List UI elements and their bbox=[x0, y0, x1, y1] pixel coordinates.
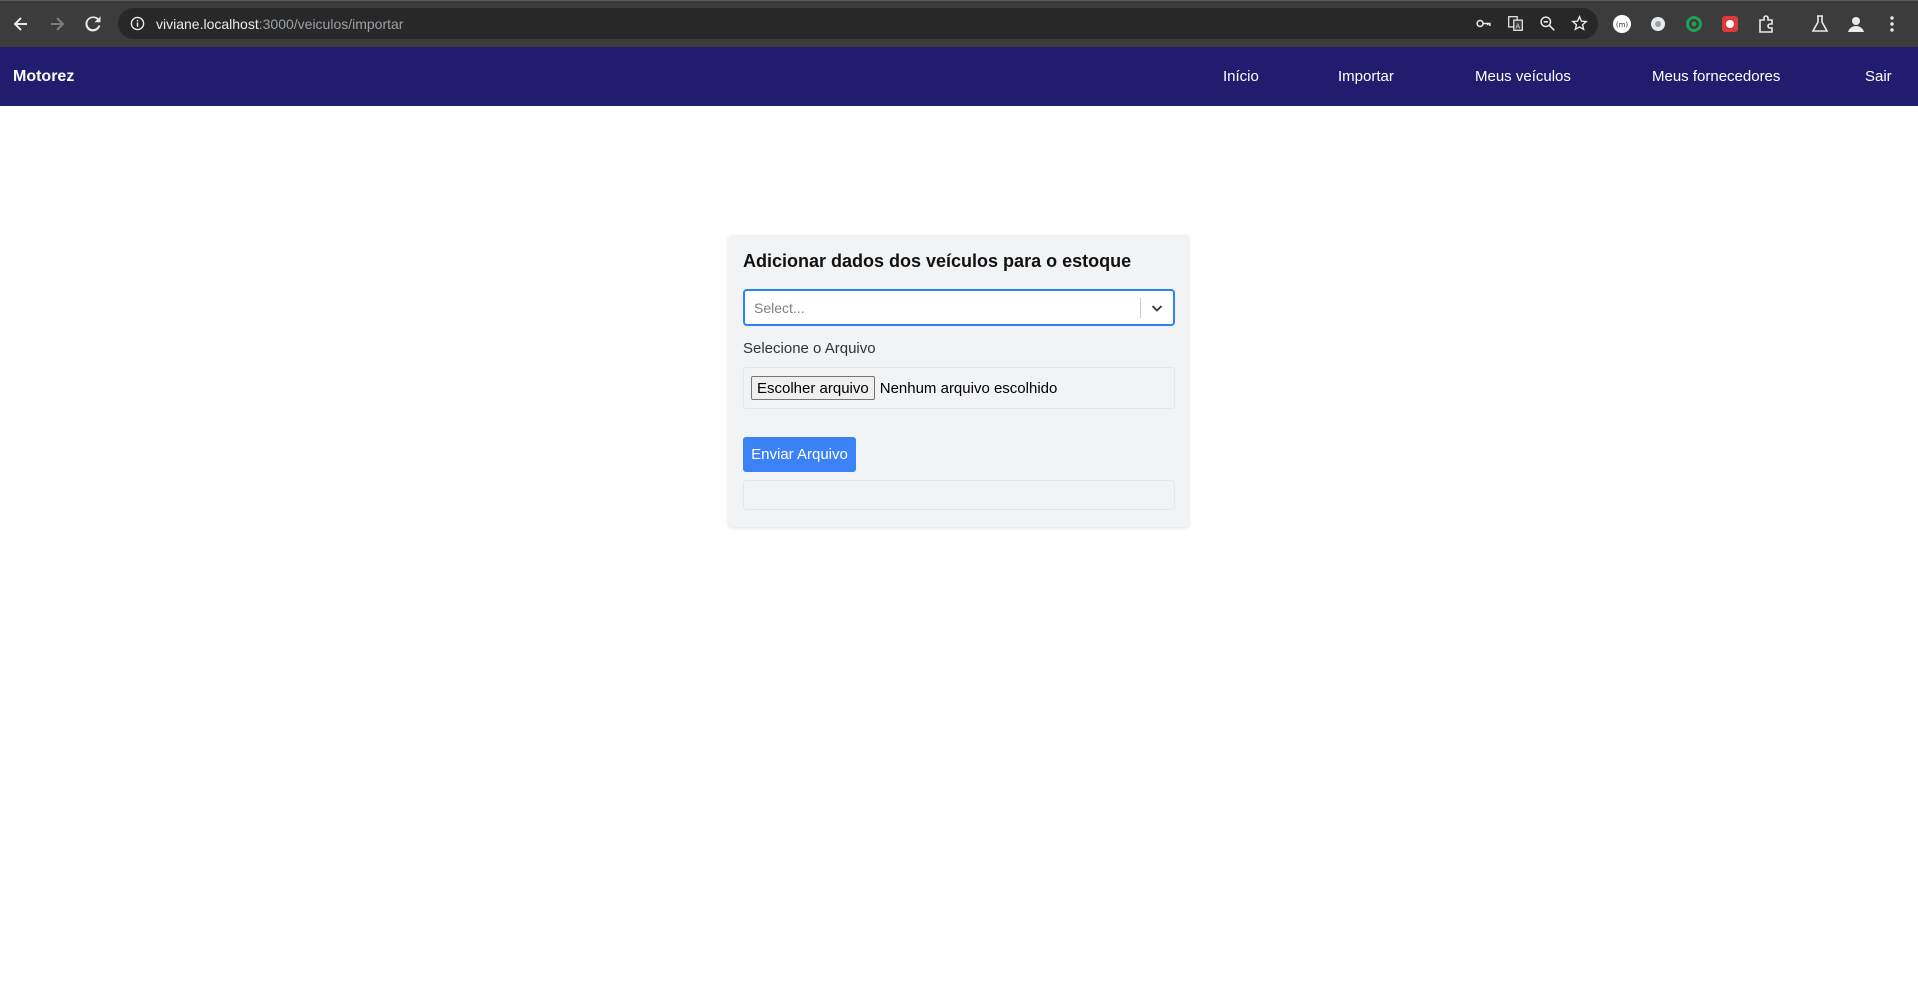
extension-target-icon[interactable] bbox=[1684, 14, 1704, 34]
import-card: Adicionar dados dos veículos para o esto… bbox=[728, 235, 1189, 527]
app-navbar: Motorez Início Importar Meus veículos Me… bbox=[0, 47, 1918, 106]
site-info-icon[interactable] bbox=[128, 15, 146, 33]
nav-item-meus-fornecedores[interactable]: Meus fornecedores bbox=[1652, 68, 1780, 85]
nav-item-sair[interactable]: Sair bbox=[1865, 68, 1892, 85]
url-text[interactable]: viviane.localhost:3000/veiculos/importar bbox=[156, 16, 403, 32]
send-file-button[interactable]: Enviar Arquivo bbox=[743, 437, 856, 472]
choose-file-button[interactable]: Escolher arquivo bbox=[751, 376, 875, 400]
menu-dots-icon[interactable] bbox=[1882, 14, 1902, 34]
address-bar[interactable]: viviane.localhost:3000/veiculos/importar… bbox=[118, 8, 1598, 39]
brand-logo[interactable]: Motorez bbox=[13, 47, 74, 106]
svg-text:(m): (m) bbox=[1616, 21, 1629, 29]
forward-icon[interactable] bbox=[39, 6, 75, 42]
url-host: viviane.localhost bbox=[156, 15, 259, 32]
nav-item-importar[interactable]: Importar bbox=[1338, 68, 1394, 85]
tab-strip bbox=[0, 0, 1918, 1]
password-key-icon[interactable] bbox=[1474, 15, 1492, 33]
extension-icon[interactable] bbox=[1756, 14, 1776, 34]
svg-text:A: A bbox=[1515, 23, 1520, 31]
translate-icon[interactable]: A bbox=[1506, 15, 1524, 33]
file-input[interactable]: Escolher arquivo Nenhum arquivo escolhid… bbox=[743, 367, 1175, 409]
profile-icon[interactable] bbox=[1846, 14, 1866, 34]
file-status: Nenhum arquivo escolhido bbox=[879, 379, 1058, 397]
url-path: :3000/veiculos/importar bbox=[258, 15, 404, 32]
chevron-down-icon[interactable] bbox=[1141, 291, 1173, 324]
browser-toolbar: viviane.localhost:3000/veiculos/importar… bbox=[0, 0, 1918, 47]
select-placeholder: Select... bbox=[754, 299, 805, 316]
file-label: Selecione o Arquivo bbox=[743, 340, 876, 357]
reload-icon[interactable] bbox=[75, 6, 111, 42]
extension-circle-icon[interactable] bbox=[1648, 14, 1668, 34]
supplier-select[interactable]: Select... bbox=[743, 289, 1175, 326]
nav-item-inicio[interactable]: Início bbox=[1223, 68, 1259, 85]
labs-icon[interactable] bbox=[1810, 14, 1830, 34]
back-icon[interactable] bbox=[3, 6, 39, 42]
result-box bbox=[743, 480, 1175, 510]
bookmark-star-icon[interactable] bbox=[1570, 15, 1588, 33]
zoom-icon[interactable] bbox=[1538, 15, 1556, 33]
extension-red-icon[interactable] bbox=[1720, 14, 1740, 34]
card-title: Adicionar dados dos veículos para o esto… bbox=[743, 251, 1132, 271]
nav-item-meus-veiculos[interactable]: Meus veículos bbox=[1475, 68, 1571, 85]
extension-badge-icon[interactable]: (m) bbox=[1612, 14, 1632, 34]
